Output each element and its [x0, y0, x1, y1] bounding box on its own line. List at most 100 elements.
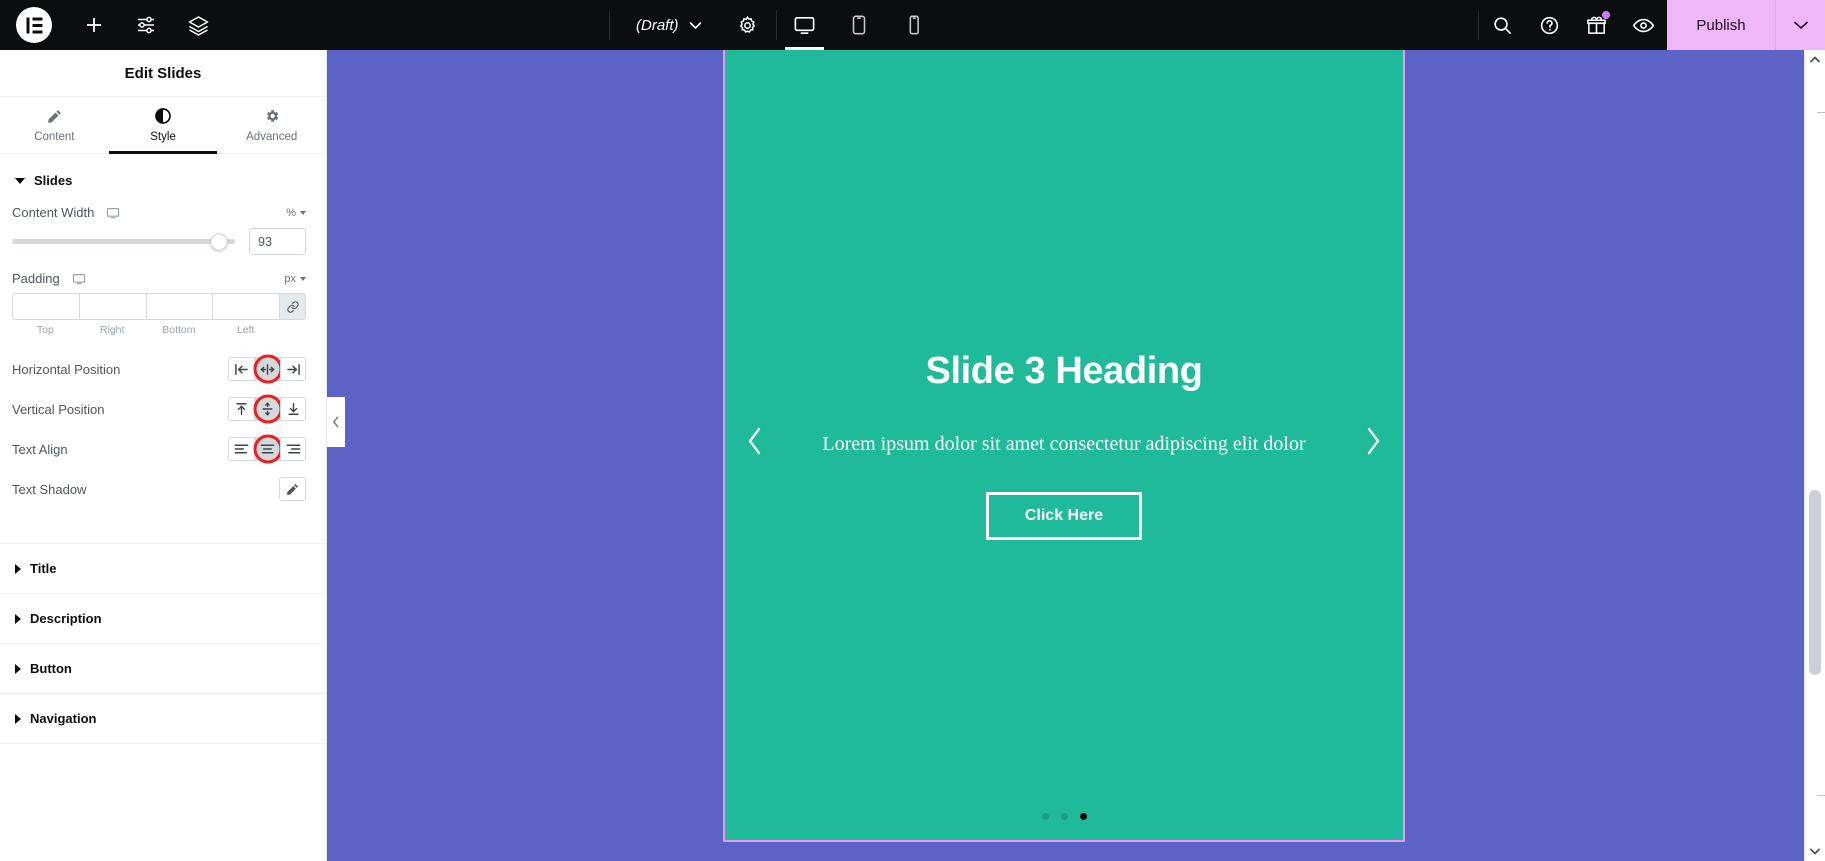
tab-advanced[interactable]: Advanced: [217, 97, 326, 153]
pagination-dot-3[interactable]: [1079, 813, 1087, 820]
pagination-dot-1[interactable]: [1041, 813, 1049, 820]
padding-label-left: Left: [236, 324, 255, 336]
elementor-menu-button[interactable]: [0, 0, 68, 50]
page-settings-button[interactable]: [720, 0, 776, 50]
vertical-position-label: Vertical Position: [12, 401, 105, 417]
section-button-label: Button: [30, 661, 72, 676]
eye-icon[interactable]: [1620, 0, 1667, 50]
elementor-logo-icon[interactable]: [16, 7, 52, 43]
text-align-group: [228, 434, 306, 464]
layers-icon[interactable]: [172, 0, 224, 50]
chevron-down-icon[interactable]: [689, 17, 702, 34]
publish-button[interactable]: Publish: [1667, 0, 1775, 50]
section-title-label: Title: [30, 561, 57, 576]
content-width-row: Content Width %: [12, 205, 306, 220]
help-circle-icon[interactable]: [1526, 0, 1573, 50]
padding-bottom-input[interactable]: [145, 293, 213, 320]
content-width-unit-select[interactable]: %: [286, 207, 306, 219]
scrollbar-thumb[interactable]: [1809, 490, 1821, 675]
text-align-right-icon[interactable]: [280, 437, 306, 461]
pagination-dot-2[interactable]: [1060, 813, 1068, 820]
editor-panel: Edit Slides Content Style Advanced Slide…: [0, 50, 327, 861]
align-h-center-icon[interactable]: [253, 354, 282, 384]
add-element-button[interactable]: [68, 0, 120, 50]
sliders-icon[interactable]: [120, 0, 172, 50]
toolbar-right-group: Publish: [1479, 0, 1825, 50]
link-icon[interactable]: [279, 293, 306, 320]
text-align-left-icon[interactable]: [228, 437, 254, 461]
scrollbar-tick: [1817, 112, 1825, 113]
scrollbar-tick: [1817, 795, 1825, 796]
padding-label-top: Top: [36, 324, 54, 336]
publish-options-button[interactable]: [1775, 0, 1825, 50]
padding-top-input[interactable]: [12, 293, 79, 320]
horizontal-position-row: Horizontal Position: [12, 349, 306, 389]
caret-right-icon: [15, 563, 21, 574]
tab-style-label: Style: [150, 130, 176, 143]
pencil-icon: [47, 108, 62, 125]
scroll-up-button[interactable]: [1805, 50, 1825, 69]
slide-description[interactable]: Lorem ipsum dolor sit amet consectetur a…: [814, 430, 1314, 459]
padding-unit-select[interactable]: px: [284, 273, 306, 285]
device-mobile-button[interactable]: [887, 0, 942, 50]
section-button-header[interactable]: Button: [0, 643, 326, 693]
section-description-header[interactable]: Description: [0, 593, 326, 643]
content-width-label-group: Content Width: [12, 205, 286, 220]
padding-left-input[interactable]: [212, 293, 279, 320]
section-next-partial[interactable]: [0, 743, 326, 778]
device-desktop-button[interactable]: [777, 0, 832, 50]
text-align-label: Text Align: [12, 441, 68, 457]
toolbar-left-spacer: [224, 0, 609, 50]
tab-style[interactable]: Style: [108, 97, 218, 154]
section-slides-header[interactable]: Slides: [0, 154, 326, 205]
padding-label-group: Padding: [12, 271, 284, 286]
section-title-header[interactable]: Title: [0, 543, 326, 593]
caret-right-icon: [15, 663, 21, 674]
section-navigation-header[interactable]: Navigation: [0, 693, 326, 743]
desktop-icon[interactable]: [72, 272, 86, 286]
slider-handle[interactable]: [210, 233, 228, 250]
content-width-slider[interactable]: [12, 233, 235, 250]
chevron-down-icon: [300, 210, 306, 215]
chevron-down-icon: [300, 276, 306, 281]
gift-icon[interactable]: [1573, 0, 1620, 50]
caret-down-icon: [15, 177, 25, 184]
tab-content[interactable]: Content: [0, 97, 109, 153]
padding-right-input[interactable]: [78, 293, 146, 320]
text-shadow-edit-button[interactable]: [279, 477, 306, 501]
slides-widget-selection[interactable]: Slide 3 Heading Lorem ipsum dolor sit am…: [723, 50, 1405, 842]
slide-3[interactable]: Slide 3 Heading Lorem ipsum dolor sit am…: [725, 50, 1403, 840]
document-status-label: (Draft): [636, 16, 679, 34]
text-align-center-icon[interactable]: [253, 434, 282, 464]
content-width-input[interactable]: 93: [249, 228, 306, 255]
padding-inputs: [12, 293, 306, 320]
align-h-right-icon[interactable]: [280, 357, 306, 381]
slide-cta-button[interactable]: Click Here: [985, 492, 1143, 540]
tab-content-label: Content: [34, 130, 75, 143]
align-v-bottom-icon[interactable]: [280, 397, 306, 421]
section-slides-label: Slides: [34, 173, 73, 188]
panel-collapse-button[interactable]: [327, 397, 345, 447]
content-width-unit-label: %: [286, 206, 296, 219]
notification-dot: [1602, 11, 1610, 19]
align-v-middle-icon[interactable]: [253, 394, 282, 424]
padding-unit-label: px: [284, 272, 296, 285]
align-v-top-icon[interactable]: [228, 397, 254, 421]
slide-heading[interactable]: Slide 3 Heading: [926, 350, 1203, 393]
align-h-left-icon[interactable]: [228, 357, 254, 381]
section-navigation-label: Navigation: [30, 711, 97, 726]
padding-side-labels: Top Right Bottom Left: [12, 324, 306, 336]
chevron-right-icon[interactable]: [1363, 425, 1383, 465]
chevron-left-icon[interactable]: [745, 425, 765, 465]
desktop-icon[interactable]: [106, 206, 120, 220]
padding-label: Padding: [12, 271, 60, 286]
scroll-down-button[interactable]: [1805, 842, 1825, 861]
document-status-button[interactable]: (Draft): [610, 0, 720, 50]
text-align-row: Text Align: [12, 429, 306, 469]
device-tablet-button[interactable]: [832, 0, 887, 50]
padding-label-right: Right: [99, 324, 125, 336]
search-icon[interactable]: [1479, 0, 1526, 50]
canvas-scrollbar[interactable]: [1804, 50, 1825, 861]
vertical-position-row: Vertical Position: [12, 389, 306, 429]
